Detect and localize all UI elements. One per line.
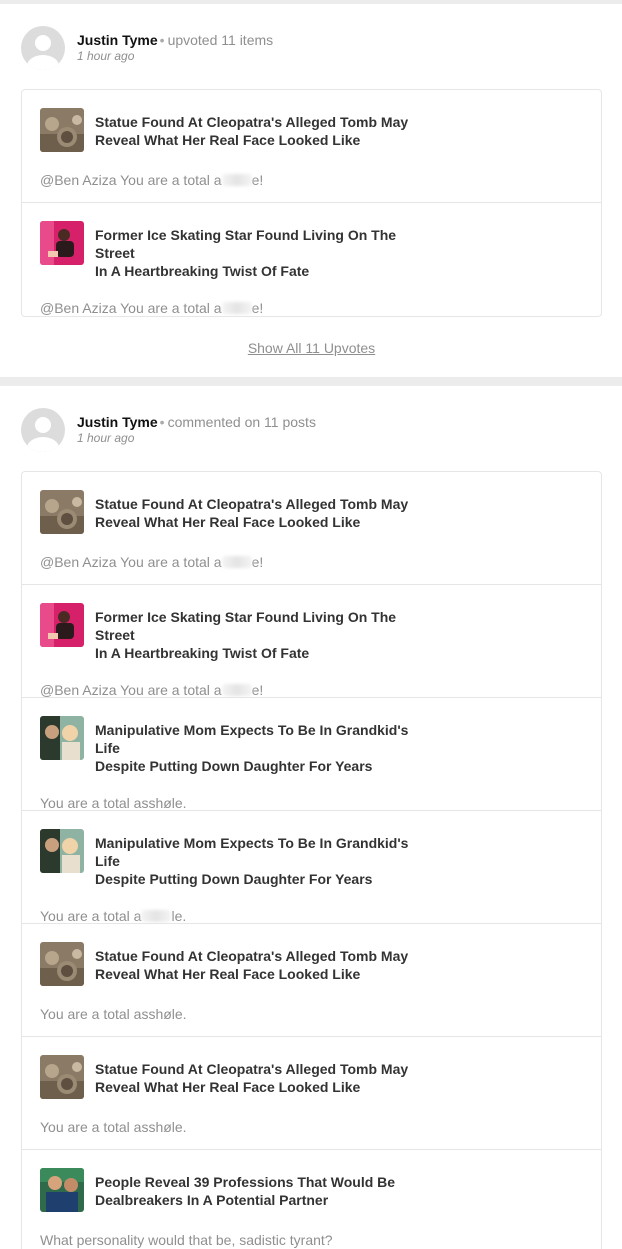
- post-title-line: Manipulative Mom Expects To Be In Grandk…: [95, 835, 409, 869]
- activity-comments: Justin Tyme • commented on 11 posts 1 hour…: [0, 386, 622, 1249]
- comment-text: You are a total a le.: [40, 908, 187, 924]
- post-title-line: Despite Putting Down Daughter For Years: [95, 758, 373, 774]
- list-item: People Reveal 39 Professions That Would …: [22, 1150, 601, 1249]
- post-thumbnail[interactable]: [40, 490, 84, 534]
- post-title-line: Reveal What Her Real Face Looked Like: [95, 514, 361, 530]
- post-title-line: Former Ice Skating Star Found Living On …: [95, 227, 397, 261]
- post-title-line: Statue Found At Cleopatra's Alleged Tomb…: [95, 1061, 409, 1077]
- list-item: Former Ice Skating Star Found Living On …: [22, 203, 601, 316]
- list-item: Statue Found At Cleopatra's Alleged Tomb…: [22, 924, 601, 1037]
- post-thumbnail[interactable]: [40, 221, 84, 265]
- post-title-line: Dealbreakers In A Potential Partner: [95, 1192, 329, 1208]
- post-title-link[interactable]: Former Ice Skating Star Found Living On …: [95, 226, 435, 280]
- censored-blur: [221, 174, 252, 186]
- post-title-link[interactable]: Manipulative Mom Expects To Be In Grandk…: [95, 721, 435, 775]
- avatar[interactable]: [21, 408, 65, 452]
- post-title-line: Reveal What Her Real Face Looked Like: [95, 966, 361, 982]
- comment-text: You are a total asshøle.: [40, 1119, 187, 1135]
- post-thumbnail[interactable]: [40, 1168, 84, 1212]
- post-thumbnail[interactable]: [40, 942, 84, 986]
- post-title-line: Statue Found At Cleopatra's Alleged Tomb…: [95, 948, 409, 964]
- post-title-link[interactable]: Manipulative Mom Expects To Be In Grandk…: [95, 834, 435, 888]
- separator-dot: •: [159, 32, 165, 48]
- comment-text: @Ben Aziza You are a total a e!: [40, 172, 264, 188]
- activity-card: Statue Found At Cleopatra's Alleged Tomb…: [21, 471, 602, 1249]
- show-all-upvotes-link[interactable]: Show All 11 Upvotes: [248, 340, 375, 356]
- comment-text: @Ben Aziza You are a total a e!: [40, 300, 264, 316]
- post-title-line: People Reveal 39 Professions That Would …: [95, 1174, 396, 1190]
- comment-text: You are a total asshøle.: [40, 795, 187, 811]
- activity-header: Justin Tyme • commented on 11 posts 1 hour…: [21, 408, 602, 456]
- censored-blur: [141, 910, 172, 922]
- post-title-line: Reveal What Her Real Face Looked Like: [95, 132, 361, 148]
- activity-upvotes: Justin Tyme • upvoted 11 items 1 hour ago …: [0, 4, 622, 377]
- comment-text: What personality would that be, sadistic…: [40, 1232, 333, 1248]
- activity-time: 1 hour ago: [77, 431, 135, 445]
- post-title-link[interactable]: Statue Found At Cleopatra's Alleged Tomb…: [95, 113, 435, 149]
- list-item: Statue Found At Cleopatra's Alleged Tomb…: [22, 1037, 601, 1150]
- activity-time: 1 hour ago: [77, 49, 135, 63]
- post-thumbnail[interactable]: [40, 603, 84, 647]
- post-thumbnail[interactable]: [40, 1055, 84, 1099]
- post-thumbnail[interactable]: [40, 108, 84, 152]
- separator-dot: •: [159, 414, 165, 430]
- activity-header: Justin Tyme • upvoted 11 items 1 hour ago: [21, 26, 602, 74]
- activity-action: commented on 11 posts: [167, 414, 316, 430]
- post-title-line: In A Heartbreaking Twist Of Fate: [95, 263, 310, 279]
- activity-card: Statue Found At Cleopatra's Alleged Tomb…: [21, 89, 602, 317]
- list-item: Manipulative Mom Expects To Be In Grandk…: [22, 698, 601, 811]
- censored-blur: [221, 302, 252, 314]
- post-title-line: Statue Found At Cleopatra's Alleged Tomb…: [95, 114, 409, 130]
- post-title-link[interactable]: Former Ice Skating Star Found Living On …: [95, 608, 435, 662]
- post-thumbnail[interactable]: [40, 829, 84, 873]
- list-item: Former Ice Skating Star Found Living On …: [22, 585, 601, 698]
- comment-text: You are a total asshøle.: [40, 1006, 187, 1022]
- post-title-link[interactable]: People Reveal 39 Professions That Would …: [95, 1173, 435, 1209]
- censored-blur: [221, 684, 252, 696]
- activity-action: upvoted 11 items: [167, 32, 274, 48]
- username[interactable]: Justin Tyme: [77, 32, 158, 48]
- list-item: Manipulative Mom Expects To Be In Grandk…: [22, 811, 601, 924]
- post-title-line: In A Heartbreaking Twist Of Fate: [95, 645, 310, 661]
- post-title-line: Despite Putting Down Daughter For Years: [95, 871, 373, 887]
- post-title-link[interactable]: Statue Found At Cleopatra's Alleged Tomb…: [95, 1060, 435, 1096]
- comment-text: @Ben Aziza You are a total a e!: [40, 554, 264, 570]
- post-title-line: Reveal What Her Real Face Looked Like: [95, 1079, 361, 1095]
- post-title-link[interactable]: Statue Found At Cleopatra's Alleged Tomb…: [95, 495, 435, 531]
- post-title-line: Former Ice Skating Star Found Living On …: [95, 609, 397, 643]
- post-title-link[interactable]: Statue Found At Cleopatra's Alleged Tomb…: [95, 947, 435, 983]
- avatar[interactable]: [21, 26, 65, 70]
- censored-blur: [221, 556, 252, 568]
- username[interactable]: Justin Tyme: [77, 414, 158, 430]
- post-title-line: Statue Found At Cleopatra's Alleged Tomb…: [95, 496, 409, 512]
- comment-text: @Ben Aziza You are a total a e!: [40, 682, 264, 698]
- list-item: Statue Found At Cleopatra's Alleged Tomb…: [22, 472, 601, 585]
- post-thumbnail[interactable]: [40, 716, 84, 760]
- list-item: Statue Found At Cleopatra's Alleged Tomb…: [22, 90, 601, 203]
- post-title-line: Manipulative Mom Expects To Be In Grandk…: [95, 722, 409, 756]
